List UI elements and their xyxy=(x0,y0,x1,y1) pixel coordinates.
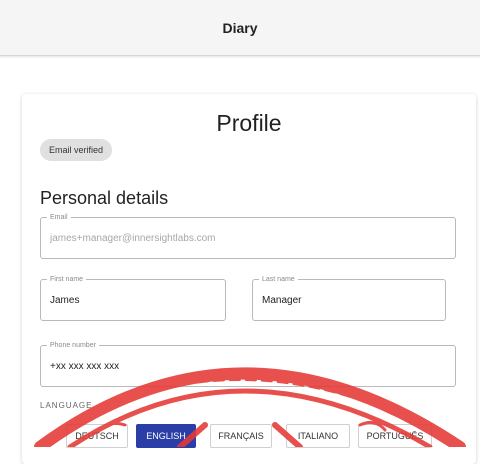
email-field[interactable]: Email james+manager@innersightlabs.com xyxy=(40,212,456,259)
page-title: Profile xyxy=(216,110,282,136)
language-label: LANGUAGE xyxy=(40,401,93,410)
language-option-italiano[interactable]: ITALIANO xyxy=(286,424,350,448)
language-option-deutsch[interactable]: DEUTSCH xyxy=(66,424,128,448)
email-field-value: james+manager@innersightlabs.com xyxy=(50,232,216,244)
language-option-english[interactable]: ENGLISH xyxy=(136,424,196,448)
last-name-field[interactable]: Last name Manager xyxy=(252,274,446,321)
language-option-portugues[interactable]: PORTUGUÊS xyxy=(358,424,432,448)
email-verified-badge: Email verified xyxy=(40,139,113,161)
app-bar: Diary xyxy=(0,0,480,56)
language-option-francais[interactable]: FRANÇAIS xyxy=(210,424,272,448)
first-name-field-value: James xyxy=(50,294,80,306)
app-title: Diary xyxy=(222,19,258,36)
profile-card: Profile Email verified Personal details … xyxy=(22,94,476,464)
first-name-field[interactable]: First name James xyxy=(40,274,226,321)
last-name-field-value: Manager xyxy=(262,294,302,306)
phone-number-field-value: +xx xxx xxx xxx xyxy=(50,360,120,372)
section-title-personal-details: Personal details xyxy=(40,188,169,208)
phone-number-field[interactable]: Phone number +xx xxx xxx xxx xyxy=(40,340,456,387)
